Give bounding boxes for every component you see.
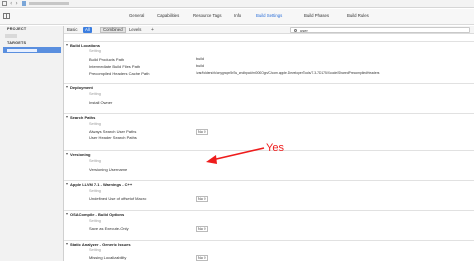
- setting-row-label[interactable]: Install Owner: [89, 100, 112, 105]
- targets-header: TARGETS: [7, 41, 27, 45]
- tab-resource-tags[interactable]: Resource Tags: [193, 13, 222, 18]
- setting-column-header: Setting: [89, 49, 101, 53]
- setting-row-label[interactable]: Versioning Username: [89, 167, 127, 172]
- section-title: Deployment: [70, 84, 93, 90]
- add-setting-button[interactable]: +: [149, 27, 156, 33]
- section-title: Apple LLVM 7.1 - Warnings - C++: [70, 181, 133, 187]
- annotation-text: Yes: [266, 142, 284, 154]
- sidebar-toggle-icon[interactable]: [3, 13, 10, 19]
- disclosure-triangle-icon[interactable]: ▾: [66, 85, 68, 89]
- section-build-locations[interactable]: ▾ Build Locations: [64, 41, 474, 48]
- all-button[interactable]: All: [83, 27, 92, 33]
- setting-row-value[interactable]: /var/folders/rk/cnygnqxr5rSs_zndbpcd/mi0…: [196, 71, 379, 75]
- target-name: [7, 48, 37, 52]
- setting-column-header: Setting: [89, 248, 101, 252]
- section-title: Search Paths: [70, 114, 96, 120]
- jump-bar: ‹ ›: [0, 0, 474, 8]
- forward-chevron-icon[interactable]: ›: [15, 0, 17, 7]
- project-navigator: PROJECT TARGETS: [0, 26, 64, 261]
- section-osacompile[interactable]: ▾ OSACompile - Build Options: [64, 210, 474, 217]
- settings-filter-bar: Basic All Combined Levels + user: [64, 26, 474, 34]
- related-items-icon[interactable]: [2, 1, 7, 6]
- setting-column-header: Setting: [89, 159, 101, 163]
- disclosure-triangle-icon[interactable]: ▾: [66, 212, 68, 216]
- tab-build-settings[interactable]: Build Settings: [256, 13, 282, 18]
- setting-column-header: Setting: [89, 189, 101, 193]
- selected-target[interactable]: [3, 47, 61, 53]
- setting-column-header: Setting: [89, 122, 101, 126]
- setting-column-header: Setting: [89, 219, 101, 223]
- annotation-arrow: [206, 147, 265, 164]
- tab-build-phases[interactable]: Build Phases: [304, 13, 329, 18]
- setting-row-label[interactable]: Undefined Use of offsetof Macro: [89, 196, 146, 201]
- setting-row-value[interactable]: No ◊: [196, 196, 208, 202]
- disclosure-triangle-icon[interactable]: ▾: [66, 182, 68, 186]
- search-field[interactable]: user: [290, 27, 470, 33]
- section-title: Versioning: [70, 151, 91, 157]
- disclosure-triangle-icon[interactable]: ▾: [66, 152, 68, 156]
- tab-general[interactable]: General: [129, 13, 144, 18]
- back-chevron-icon[interactable]: ‹: [10, 0, 12, 7]
- section-search-paths[interactable]: ▾ Search Paths: [64, 113, 474, 120]
- section-title: OSACompile - Build Options: [70, 211, 125, 217]
- setting-row-value[interactable]: No ◊: [196, 226, 208, 232]
- disclosure-triangle-icon[interactable]: ▾: [66, 115, 68, 119]
- tab-info[interactable]: Info: [234, 13, 241, 18]
- jump-bar-path[interactable]: [28, 2, 69, 5]
- project-header: PROJECT: [7, 27, 27, 31]
- tab-build-rules[interactable]: Build Rules: [347, 13, 369, 18]
- always-search-user-paths-popup[interactable]: No ◊: [196, 129, 208, 135]
- setting-row-value[interactable]: build: [196, 57, 204, 61]
- section-title: Static Analyzer - Generic Issues: [70, 241, 131, 247]
- basic-button[interactable]: Basic: [65, 27, 80, 33]
- setting-row-label[interactable]: Save as Execute-Only: [89, 226, 129, 231]
- editor-tab-bar: General Capabilities Resource Tags Info …: [0, 9, 474, 25]
- disclosure-triangle-icon[interactable]: ▾: [66, 242, 68, 246]
- setting-row-label[interactable]: Precompiled Headers Cache Path: [89, 71, 149, 76]
- tab-capabilities[interactable]: Capabilities: [157, 13, 179, 18]
- section-deployment[interactable]: ▾ Deployment: [64, 83, 474, 90]
- setting-row-value[interactable]: No ◊: [196, 255, 208, 261]
- levels-button[interactable]: Levels: [127, 27, 143, 33]
- setting-row-label[interactable]: User Header Search Paths: [89, 135, 137, 140]
- setting-row-label[interactable]: Intermediate Build Files Path: [89, 64, 140, 69]
- setting-row-value[interactable]: build: [196, 64, 204, 68]
- section-static-analyzer[interactable]: ▾ Static Analyzer - Generic Issues: [64, 240, 474, 247]
- setting-row-label[interactable]: Missing Localizability: [89, 255, 126, 260]
- setting-column-header: Setting: [89, 92, 101, 96]
- project-item[interactable]: [5, 34, 17, 38]
- search-icon: [294, 29, 297, 32]
- setting-row-label[interactable]: Always Search User Paths: [89, 129, 136, 134]
- section-title: Build Locations: [70, 42, 100, 48]
- combined-button[interactable]: Combined: [100, 27, 126, 33]
- setting-row-label[interactable]: Build Products Path: [89, 57, 124, 62]
- search-input-value[interactable]: user: [300, 28, 308, 33]
- section-apple-llvm[interactable]: ▾ Apple LLVM 7.1 - Warnings - C++: [64, 180, 474, 187]
- disclosure-triangle-icon[interactable]: ▾: [66, 43, 68, 47]
- project-file-icon: [21, 1, 26, 6]
